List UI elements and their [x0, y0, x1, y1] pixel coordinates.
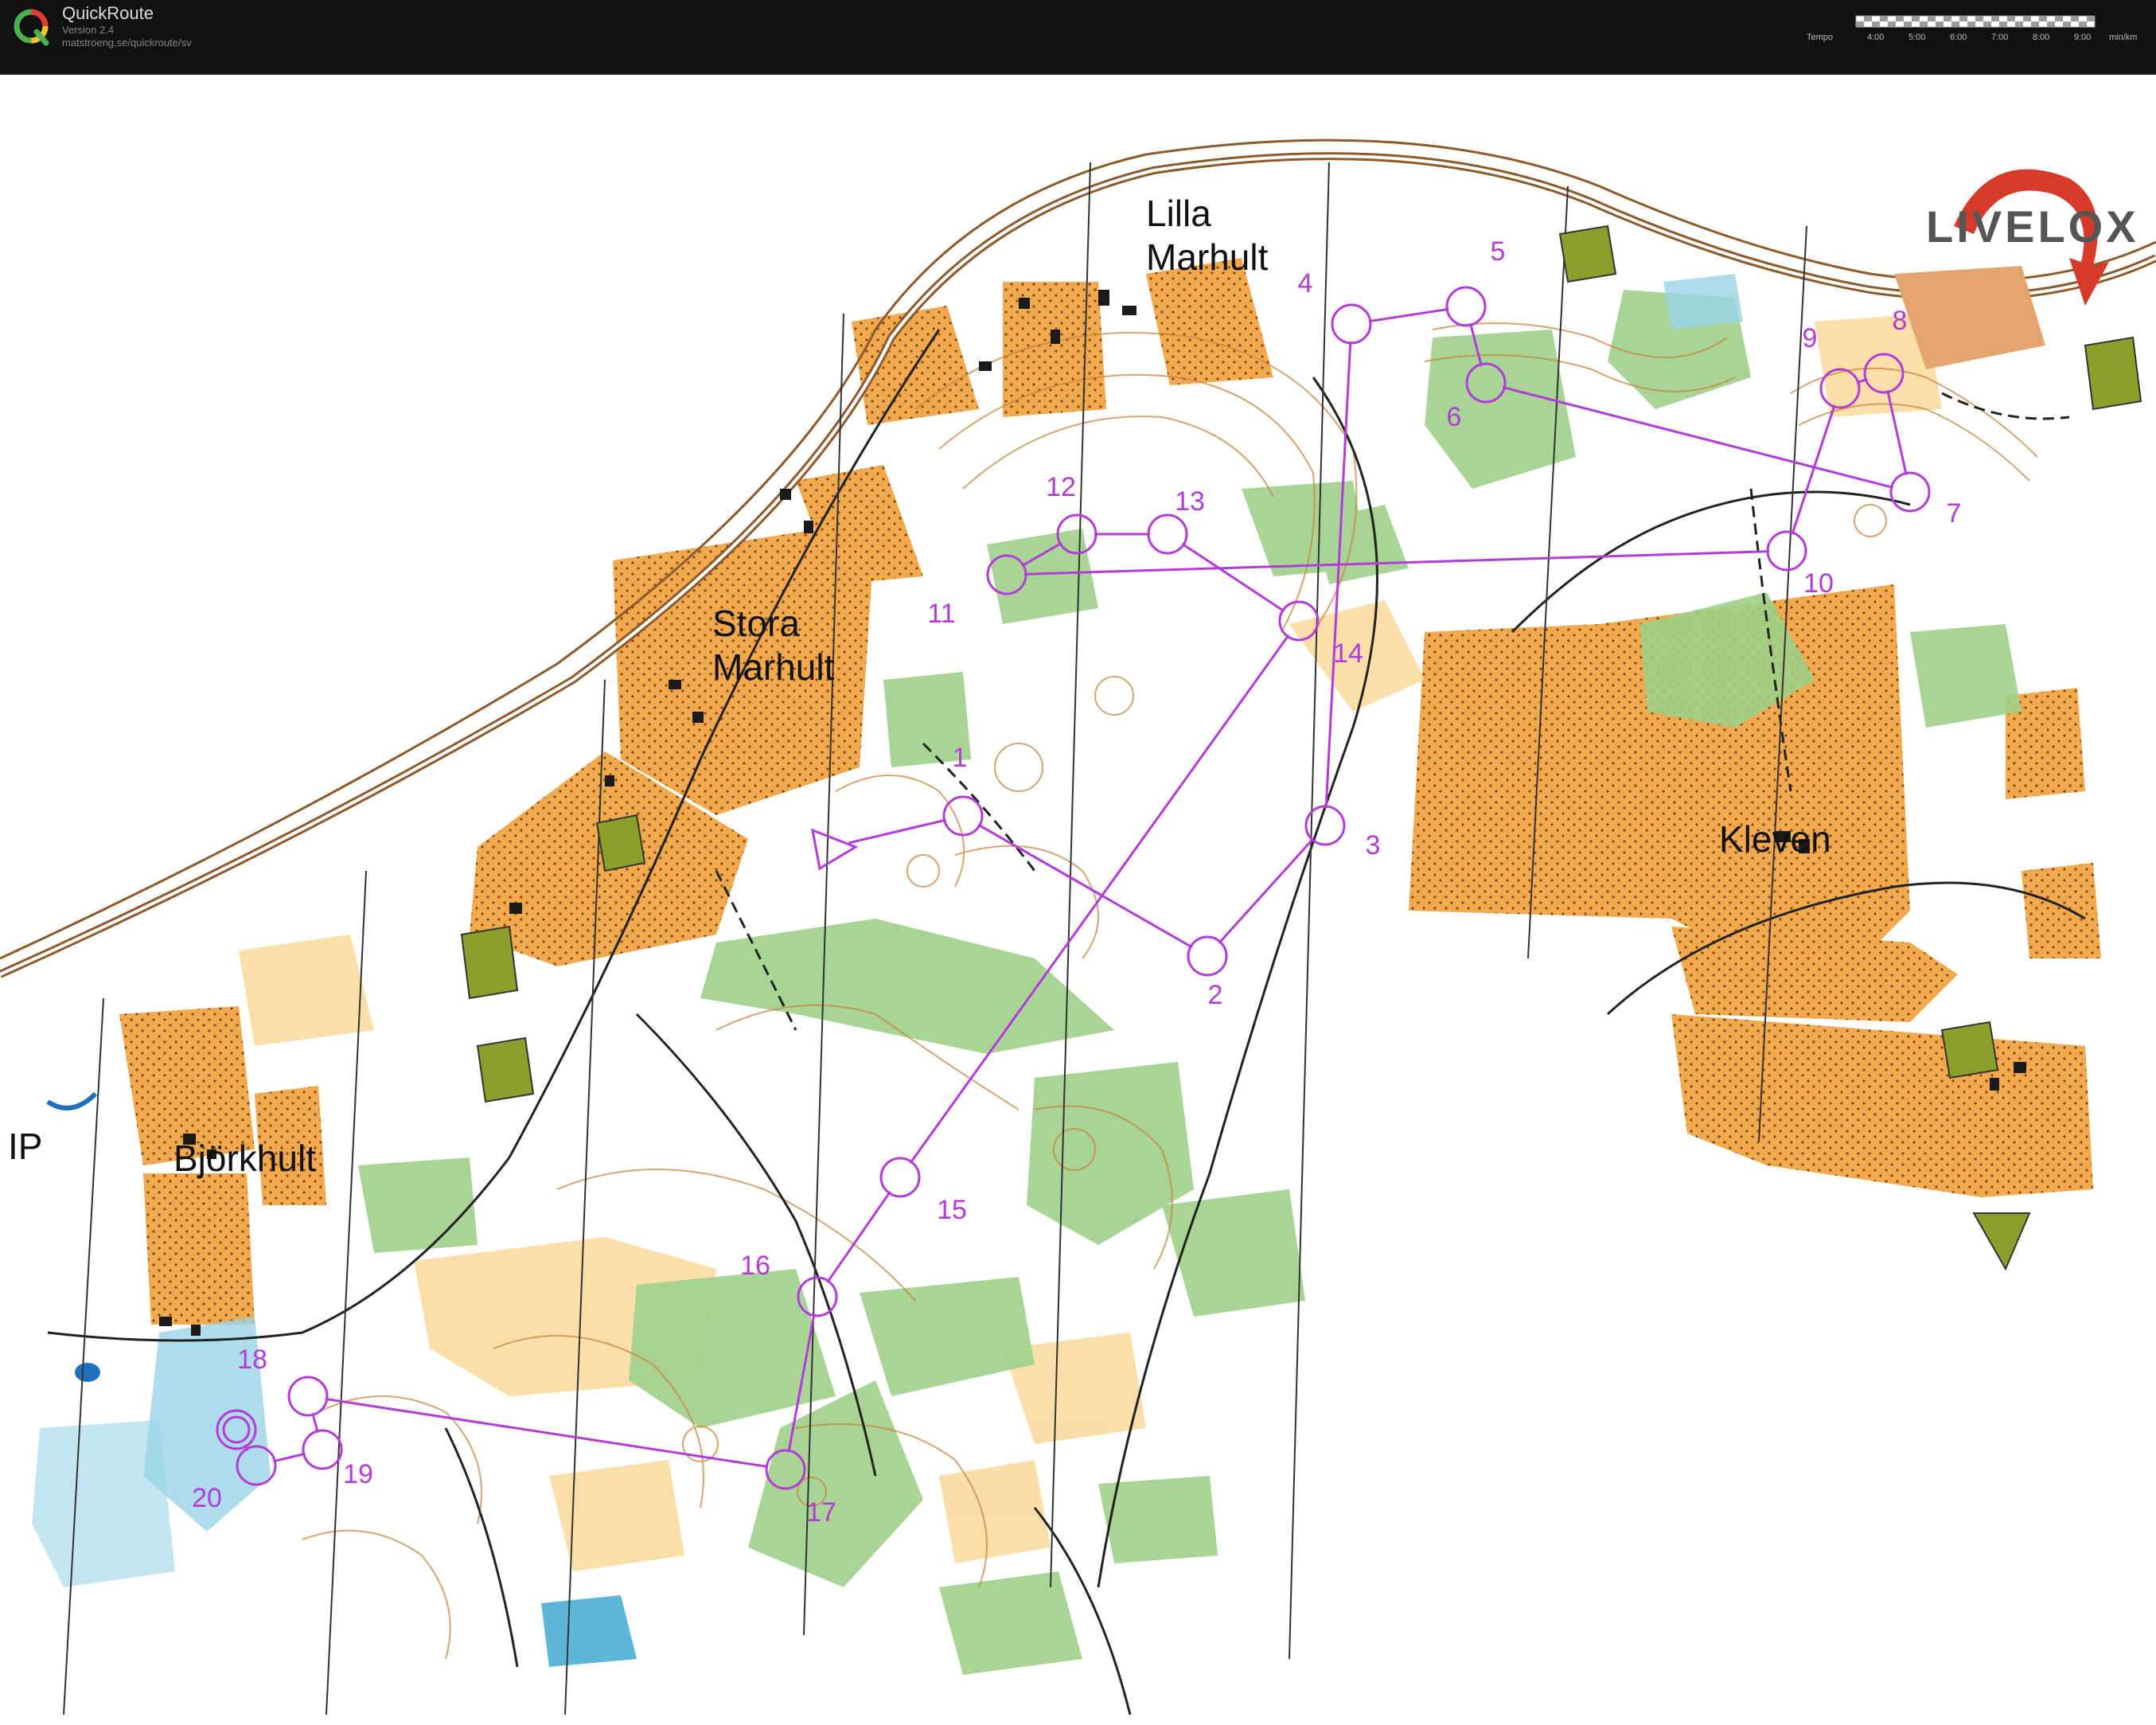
control-number: 5	[1491, 236, 1506, 267]
tempo-tick-label: 8:00	[2033, 33, 2049, 42]
control-number: 1	[953, 743, 968, 773]
control-number: 3	[1366, 830, 1381, 861]
control-number: 13	[1175, 486, 1205, 517]
control-number: 17	[806, 1497, 836, 1528]
tempo-unit: min/km	[2109, 33, 2137, 42]
control-number: 20	[192, 1483, 222, 1513]
control-number: 14	[1333, 638, 1363, 669]
place-name-kleven: Kleven	[1719, 818, 1831, 860]
app-header: QuickRoute Version 2.4 matstroeng.se/qui…	[0, 0, 2156, 75]
control-number: 10	[1803, 568, 1834, 599]
tempo-tick-label: 9:00	[2074, 33, 2091, 42]
tempo-scale-bar	[1855, 15, 2096, 28]
place-name-lilla-marhult: Marhult	[1146, 236, 1269, 278]
control-number: 7	[1947, 498, 1962, 529]
control-number: 16	[740, 1251, 770, 1281]
place-name-lilla: Lilla	[1146, 193, 1211, 234]
control-number: 2	[1208, 980, 1223, 1010]
app-version: Version 2.4	[62, 24, 115, 36]
control-number: 18	[237, 1344, 267, 1375]
place-name-stora: Stora	[712, 603, 800, 644]
orienteering-map[interactable]: Lilla Marhult Stora Marhult Kleven Björk…	[0, 75, 2156, 1725]
control-number: 6	[1447, 402, 1462, 432]
control-number: 15	[937, 1195, 967, 1225]
place-name-bjorkhult: Björkhult	[173, 1138, 316, 1179]
tempo-tick-label: 6:00	[1950, 33, 1967, 42]
tempo-scale: Tempo 4:00 5:00 6:00 7:00 8:00 9:00 min/km	[1807, 15, 2137, 42]
tempo-tick-label: 4:00	[1867, 33, 1884, 42]
app-url[interactable]: matstroeng.se/quickroute/sv	[62, 37, 192, 49]
tempo-tick-label: 7:00	[1991, 33, 2008, 42]
control-number: 8	[1893, 306, 1908, 336]
map-canvas[interactable]: Lilla Marhult Stora Marhult Kleven Björk…	[0, 75, 2156, 1725]
app-title: QuickRoute	[62, 3, 154, 23]
livelox-wordmark: LIVELOX	[1926, 201, 2139, 252]
quickroute-q-icon	[14, 9, 49, 46]
place-name-ip: IP	[8, 1126, 42, 1167]
control-number: 9	[1803, 323, 1818, 353]
place-name-stora-marhult: Marhult	[712, 646, 835, 688]
control-number: 19	[343, 1459, 373, 1489]
tempo-tick-label: 5:00	[1908, 33, 1925, 42]
control-number: 12	[1046, 472, 1076, 502]
control-number: 11	[927, 599, 955, 629]
control-number: 4	[1298, 268, 1313, 299]
tempo-label: Tempo	[1807, 33, 1833, 42]
